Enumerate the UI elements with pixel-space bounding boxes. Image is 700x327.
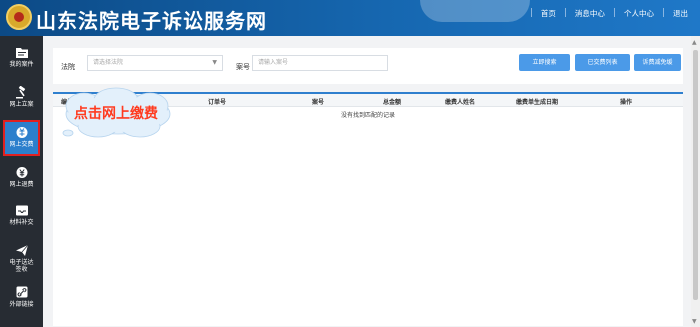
column-header: 缴费人姓名 <box>445 99 476 106</box>
paper-plane-icon <box>15 244 28 256</box>
court-label: 法院 <box>61 63 75 71</box>
sidebar-item-material-supplement[interactable]: 材料补交 <box>0 200 43 236</box>
sidebar-item-label: 外部链接 <box>9 301 34 308</box>
scroll-up-arrow-icon[interactable]: ▲ <box>692 39 697 46</box>
scrollbar-thumb[interactable] <box>693 50 698 300</box>
sidebar-item-label: 网上交费 <box>9 141 34 148</box>
nav-separator: | <box>612 8 616 18</box>
sidebar-item-label: 网上退费 <box>9 181 34 188</box>
nav-message-center-link[interactable]: 消息中心 <box>575 8 605 19</box>
nav-home-link[interactable]: 首页 <box>541 8 556 19</box>
sidebar-item-label: 我的案件 <box>9 61 34 68</box>
sidebar-item-label: 电子送达 签收 <box>9 259 34 273</box>
court-emblem-logo <box>6 4 32 30</box>
case-number-input[interactable]: 请输入案号 <box>252 55 388 71</box>
nav-logout-link[interactable]: 退出 <box>673 8 688 19</box>
nav-separator: | <box>563 8 567 18</box>
nav-personal-center-link[interactable]: 个人中心 <box>624 8 654 19</box>
court-select-placeholder: 请选择法院 <box>93 59 124 66</box>
sidebar-item-label: 材料补交 <box>9 219 34 226</box>
inbox-icon <box>15 205 28 216</box>
search-filter-panel: 法院 请选择法院 ▼ 案号 请输入案号 立即搜索 已交费列表 诉费减免缓 <box>53 48 683 84</box>
column-header: 订单号 <box>208 99 227 106</box>
chevron-down-icon: ▼ <box>212 59 217 66</box>
header-cloud-decoration <box>420 0 530 22</box>
fee-reduction-button[interactable]: 诉费减免缓 <box>634 54 681 71</box>
sidebar-item-electronic-delivery[interactable]: 电子送达 签收 <box>0 240 43 280</box>
sidebar-item-online-refund[interactable]: 网上退费 <box>0 162 43 198</box>
nav-separator: | <box>661 8 665 18</box>
site-title: 山东法院电子诉讼服务网 <box>36 9 267 33</box>
yuan-icon <box>16 167 27 178</box>
case-number-label: 案号 <box>236 63 250 71</box>
top-header: 山东法院电子诉讼服务网 | 首页 | 消息中心 | 个人中心 | 退出 <box>0 0 700 36</box>
paid-list-button[interactable]: 已交费列表 <box>575 54 630 71</box>
nav-separator: | <box>529 8 533 18</box>
column-header: 案号 <box>312 99 325 106</box>
sidebar-item-online-payment[interactable]: 网上交费 <box>3 120 40 156</box>
search-button[interactable]: 立即搜索 <box>519 54 570 71</box>
page-scrollbar[interactable]: ▲ ▼ <box>691 36 700 327</box>
case-number-placeholder: 请输入案号 <box>258 59 289 66</box>
column-header: 总金额 <box>383 99 402 106</box>
sidebar: 我的案件 网上立案 网上交费 网上退费 材料补交 电子送达 签收 外部链接 <box>0 36 43 327</box>
sidebar-item-external-links[interactable]: 外部链接 <box>0 282 43 318</box>
top-navigation: | 首页 | 消息中心 | 个人中心 | 退出 <box>522 0 688 26</box>
callout-text: 点击网上缴费 <box>74 106 158 122</box>
instruction-callout: 点击网上缴费 <box>58 86 178 142</box>
main-content: 法院 请选择法院 ▼ 案号 请输入案号 立即搜索 已交费列表 诉费减免缓 编号 … <box>43 36 691 327</box>
folder-icon <box>15 48 28 58</box>
scroll-down-arrow-icon[interactable]: ▼ <box>692 318 697 325</box>
gavel-icon <box>15 86 25 99</box>
column-header: 缴费单生成日期 <box>516 99 559 106</box>
payment-icon <box>16 127 27 138</box>
sidebar-item-my-cases[interactable]: 我的案件 <box>0 42 43 78</box>
court-select[interactable]: 请选择法院 ▼ <box>87 55 223 71</box>
sidebar-item-online-filing[interactable]: 网上立案 <box>0 82 43 118</box>
column-header: 操作 <box>620 99 633 106</box>
link-icon <box>16 286 27 298</box>
sidebar-item-label: 网上立案 <box>9 101 34 108</box>
